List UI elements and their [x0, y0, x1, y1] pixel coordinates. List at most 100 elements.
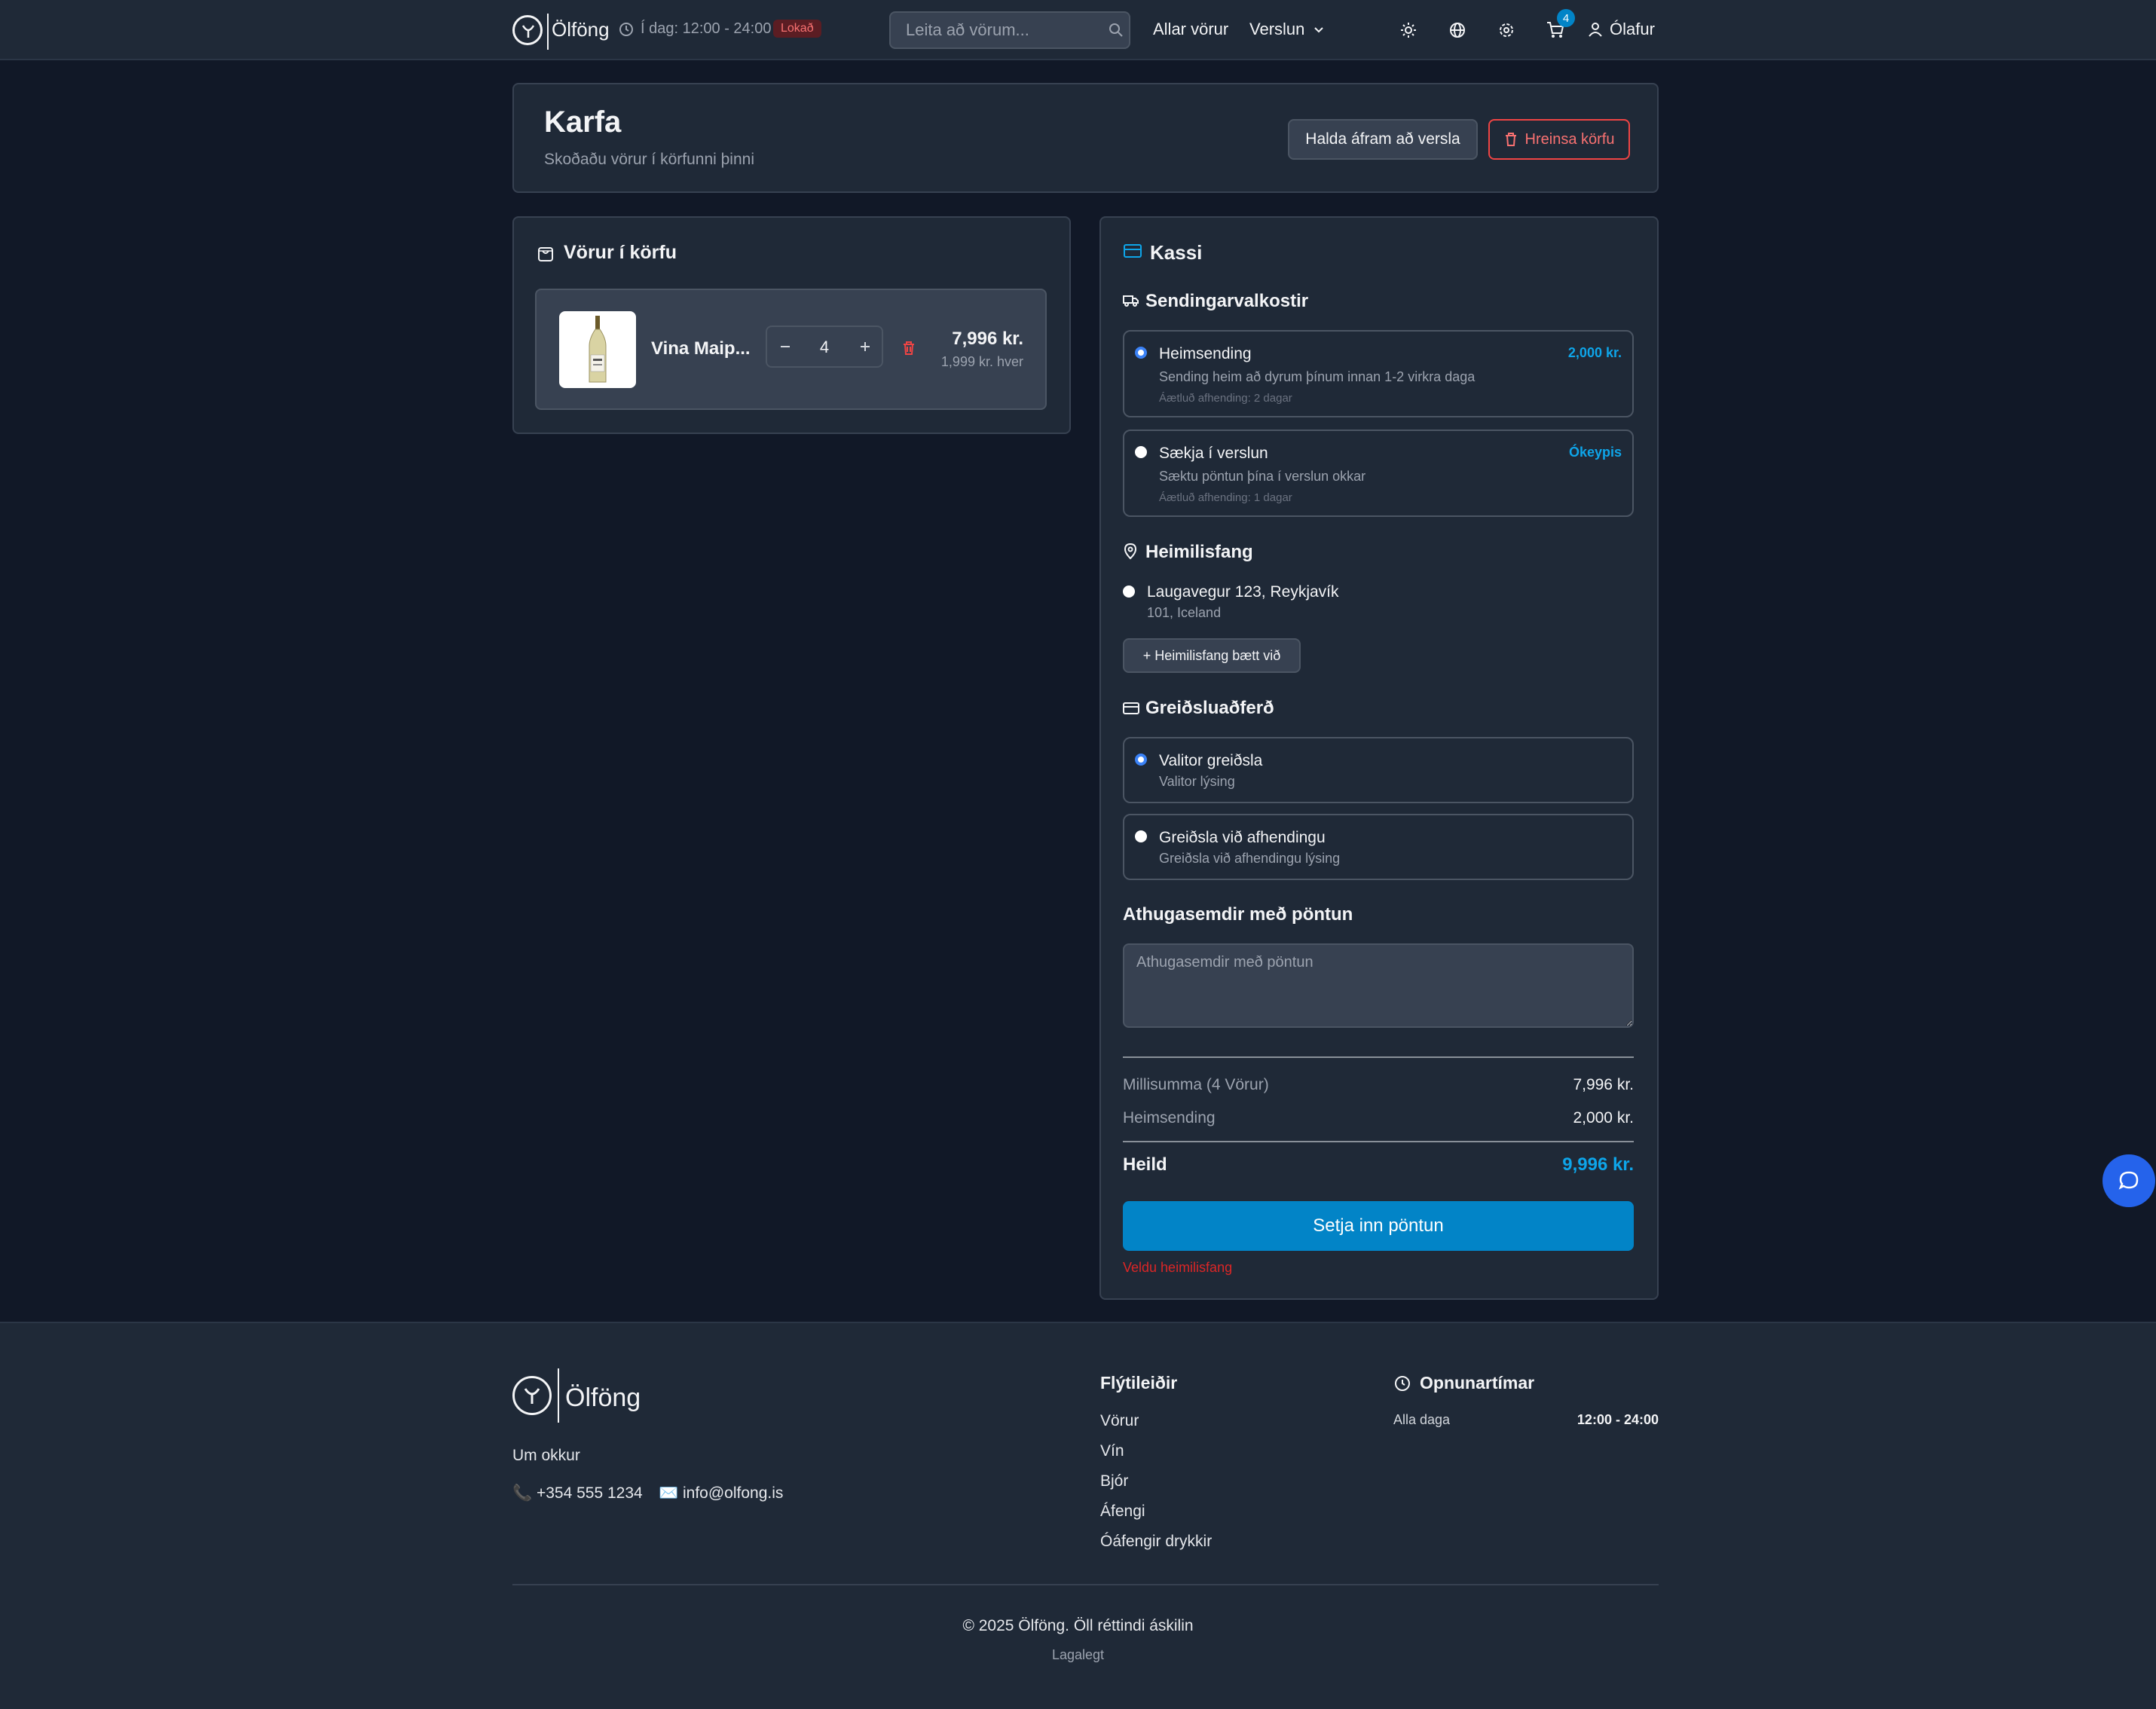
order-notes-textarea[interactable]	[1123, 943, 1634, 1028]
shipping-option-store-pickup[interactable]: Sækja í verslun Ókeypis Sæktu pöntun þín…	[1123, 430, 1634, 517]
nav-shop-dropdown[interactable]: Verslun	[1249, 20, 1325, 39]
footer-link-non-alcoholic[interactable]: Óáfengir drykkir	[1100, 1533, 1212, 1551]
add-address-button[interactable]: + Heimilisfang bætt við	[1123, 638, 1301, 673]
nav-all-products[interactable]: Allar vörur	[1153, 20, 1228, 39]
footer-link-beer[interactable]: Bjór	[1100, 1472, 1128, 1490]
shipping-option-price: Ókeypis	[1568, 445, 1622, 460]
opening-hours-today: Í dag: 12:00 - 24:00	[641, 20, 772, 37]
shipping-option-description: Sending heim að dyrum þínum innan 1-2 vi…	[1159, 369, 1476, 384]
legal-link[interactable]: Lagalegt	[0, 1647, 2156, 1663]
subtotal-value: 7,996 kr.	[1573, 1076, 1634, 1093]
total-label: Heild	[1123, 1154, 1167, 1175]
footer-about-link[interactable]: Um okkur	[512, 1447, 580, 1465]
payment-option-description: Valitor lýsing	[1159, 774, 1235, 789]
shipping-option-estimate: Áætluð afhending: 1 dagar	[1159, 491, 1292, 504]
shipping-radio-home[interactable]	[1135, 347, 1147, 359]
address-line-2: 101, Iceland	[1147, 605, 1222, 620]
shopping-bag-icon	[538, 247, 553, 261]
decrease-quantity-button[interactable]	[772, 333, 799, 360]
shipping-option-estimate: Áætluð afhending: 2 dagar	[1159, 392, 1292, 405]
minus-icon	[781, 346, 790, 347]
product-image[interactable]	[559, 311, 636, 388]
payment-option-valitor[interactable]: Valitor greiðsla Valitor lýsing	[1123, 737, 1634, 803]
shipping-option-home-delivery[interactable]: Heimsending 2,000 kr. Sending heim að dy…	[1123, 330, 1634, 417]
credit-card-icon	[1124, 244, 1142, 258]
brand-name: Ölföng	[552, 18, 610, 41]
footer-hours-days: Alla daga	[1393, 1412, 1451, 1427]
user-icon	[1589, 23, 1602, 37]
shipping-radio-pickup[interactable]	[1135, 446, 1147, 458]
chat-button[interactable]	[2102, 1154, 2155, 1207]
clear-cart-label: Hreinsa körfu	[1524, 130, 1615, 148]
footer-shortcuts-heading: Flýtileiðir	[1100, 1373, 1178, 1393]
increase-quantity-button[interactable]	[852, 333, 879, 360]
payment-radio-cod[interactable]	[1135, 830, 1147, 842]
settings-button[interactable]	[1493, 17, 1520, 44]
shipping-option-name: Heimsending	[1159, 345, 1252, 362]
payment-radio-valitor[interactable]	[1135, 754, 1147, 766]
map-pin-icon	[1124, 543, 1137, 560]
sun-icon	[1401, 23, 1416, 38]
continue-shopping-button[interactable]: Halda áfram að versla	[1288, 119, 1478, 160]
totals-divider	[1123, 1056, 1634, 1058]
footer-brand-name: Ölföng	[565, 1383, 641, 1412]
globe-icon	[1450, 23, 1465, 38]
quantity-value[interactable]: 4	[808, 338, 841, 357]
total-value: 9,996 kr.	[1562, 1154, 1634, 1175]
cart-count-badge: 4	[1557, 9, 1575, 27]
item-unit-price: 1,999 kr. hver	[940, 354, 1023, 369]
clock-icon	[619, 23, 633, 36]
footer-link-spirits[interactable]: Áfengi	[1100, 1503, 1145, 1521]
footer-hours-time: 12:00 - 24:00	[1576, 1412, 1659, 1427]
brand-logo[interactable]: Ölföng	[512, 14, 610, 50]
cart-items-heading: Vörur í körfu	[564, 242, 677, 263]
footer-hours-heading: Opnunartímar	[1420, 1373, 1535, 1393]
user-menu[interactable]: Ólafur	[1587, 18, 1655, 41]
address-error-message: Veldu heimilisfang	[1123, 1260, 1233, 1275]
clock-icon	[1395, 1376, 1410, 1391]
place-order-button[interactable]: Setja inn pöntun	[1123, 1201, 1634, 1251]
payment-method-heading: Greiðsluaðferð	[1145, 698, 1274, 718]
copyright-text: © 2025 Ölföng. Öll réttindi áskilin	[962, 1617, 1194, 1634]
gear-icon	[1500, 23, 1513, 37]
search-icon[interactable]	[1108, 22, 1124, 38]
shipping-cost-label: Heimsending	[1123, 1109, 1216, 1127]
payment-option-name: Greiðsla við afhendingu	[1159, 829, 1326, 846]
theme-toggle-button[interactable]	[1395, 17, 1422, 44]
product-name[interactable]: Vina Maip...	[651, 338, 751, 359]
shipping-cost-value: 2,000 kr.	[1573, 1109, 1634, 1127]
chat-bubble-icon	[2118, 1171, 2139, 1190]
site-footer: Ölföng Um okkur 📞 +354 555 1234 ✉️ info@…	[0, 1322, 2156, 1709]
shipping-options-heading: Sendingarvalkostir	[1145, 291, 1309, 311]
address-radio[interactable]	[1123, 585, 1135, 598]
payment-card-icon	[1123, 702, 1139, 714]
footer-logo[interactable]: Ölföng	[512, 1368, 641, 1423]
page-subtitle: Skoðaðu vörur í körfunni þinni	[544, 151, 754, 168]
quantity-stepper: 4	[766, 326, 883, 368]
checkout-heading: Kassi	[1150, 241, 1203, 264]
search-input[interactable]	[906, 13, 1109, 47]
page-header-card: Karfa Skoðaðu vörur í körfunni þinni Hal…	[512, 83, 1659, 193]
footer-link-products[interactable]: Vörur	[1100, 1412, 1139, 1430]
clear-cart-button[interactable]: Hreinsa körfu	[1488, 119, 1630, 160]
nav-shop-label: Verslun	[1249, 20, 1305, 38]
shipping-option-price: 2,000 kr.	[1567, 345, 1622, 360]
top-navigation-bar: Ölföng Í dag: 12:00 - 24:00 Lokað Allar …	[0, 0, 2156, 60]
item-total-price: 7,996 kr.	[952, 329, 1023, 349]
footer-phone[interactable]: 📞 +354 555 1234	[512, 1484, 643, 1503]
payment-option-cash-on-delivery[interactable]: Greiðsla við afhendingu Greiðsla við afh…	[1123, 814, 1634, 880]
address-line-1[interactable]: Laugavegur 123, Reykjavík	[1147, 583, 1339, 601]
truck-icon	[1123, 295, 1139, 307]
subtotal-label: Millisumma (4 Vörur)	[1123, 1076, 1269, 1093]
address-heading: Heimilisfang	[1145, 542, 1253, 562]
footer-email[interactable]: ✉️ info@olfong.is	[659, 1484, 783, 1503]
total-divider	[1123, 1141, 1634, 1142]
footer-link-wine[interactable]: Vín	[1100, 1442, 1124, 1460]
chevron-down-icon	[1313, 27, 1323, 33]
status-badge: Lokað	[773, 20, 821, 38]
footer-divider	[512, 1584, 1659, 1585]
logo-glass-icon	[524, 1388, 540, 1404]
language-button[interactable]	[1444, 17, 1471, 44]
payment-option-description: Greiðsla við afhendingu lýsing	[1159, 851, 1341, 866]
shipping-option-description: Sæktu pöntun þína í verslun okkar	[1159, 469, 1366, 484]
